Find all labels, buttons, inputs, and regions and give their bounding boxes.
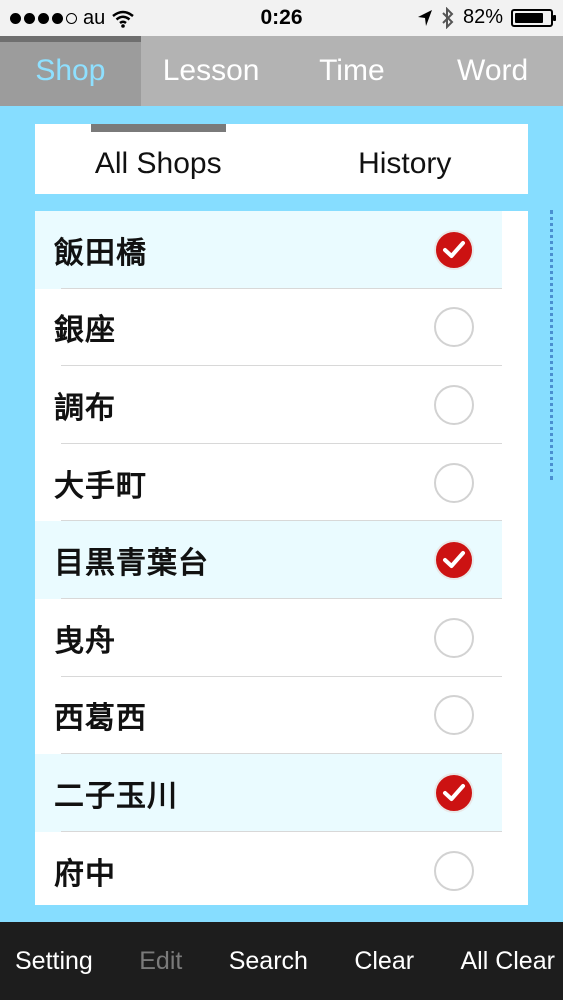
empty-circle-icon[interactable] <box>434 850 474 891</box>
list-item[interactable]: 銀座 <box>35 289 502 367</box>
top-tab-bar: Shop Lesson Time Word <box>0 36 563 106</box>
checkmark-icon[interactable] <box>434 540 474 581</box>
shop-name: 西葛西 <box>54 702 147 736</box>
status-bar: au 0:26 82% <box>0 0 563 36</box>
search-button[interactable]: Search <box>229 947 308 976</box>
tab-time[interactable]: Time <box>282 36 423 106</box>
shop-name: 曳舟 <box>54 624 116 658</box>
shop-name: 銀座 <box>54 314 116 348</box>
list-item[interactable]: 二子玉川 <box>35 754 502 832</box>
empty-circle-icon[interactable] <box>434 307 474 348</box>
bluetooth-icon <box>442 6 454 29</box>
list-item[interactable]: 飯田橋 <box>35 211 502 289</box>
empty-circle-icon[interactable] <box>434 384 474 425</box>
checkmark-icon[interactable] <box>434 772 474 813</box>
shop-name: 府中 <box>54 857 116 891</box>
list-item[interactable]: 大手町 <box>35 444 502 522</box>
tab-shop[interactable]: Shop <box>0 36 141 106</box>
empty-circle-icon[interactable] <box>434 617 474 658</box>
clear-button[interactable]: Clear <box>354 947 414 976</box>
edit-button[interactable]: Edit <box>139 947 182 976</box>
list-item[interactable]: 目黒青葉台 <box>35 521 502 599</box>
bottom-toolbar: Setting Edit Search Clear All Clear <box>0 922 563 1000</box>
subtab-all-shops[interactable]: All Shops <box>35 124 282 194</box>
list-item[interactable]: 曳舟 <box>35 599 502 677</box>
tab-word[interactable]: Word <box>422 36 563 106</box>
list-item[interactable]: 西葛西 <box>35 677 502 755</box>
shop-name: 目黒青葉台 <box>54 547 209 581</box>
list-item[interactable]: 府中 <box>35 832 502 905</box>
shop-name: 飯田橋 <box>54 236 147 270</box>
location-arrow-icon <box>417 9 432 26</box>
subtab-history[interactable]: History <box>282 124 529 194</box>
shop-name: 調布 <box>54 391 116 425</box>
setting-button[interactable]: Setting <box>15 947 93 976</box>
shop-list[interactable]: 飯田橋銀座調布大手町目黒青葉台曳舟西葛西二子玉川府中 <box>35 211 528 905</box>
all-clear-button[interactable]: All Clear <box>460 947 554 976</box>
status-right: 82% <box>417 6 556 29</box>
shop-name: 大手町 <box>54 469 147 503</box>
checkmark-icon[interactable] <box>434 229 474 270</box>
battery-icon <box>511 8 556 27</box>
empty-circle-icon[interactable] <box>434 462 474 503</box>
shop-name: 二子玉川 <box>54 779 178 813</box>
battery-percent: 82% <box>462 6 503 28</box>
empty-circle-icon[interactable] <box>434 695 474 736</box>
list-item[interactable]: 調布 <box>35 366 502 444</box>
scroll-indicator <box>550 210 553 480</box>
sub-tab-bar: All Shops History <box>35 124 528 194</box>
battery-fill <box>515 12 543 23</box>
tab-lesson[interactable]: Lesson <box>141 36 282 106</box>
